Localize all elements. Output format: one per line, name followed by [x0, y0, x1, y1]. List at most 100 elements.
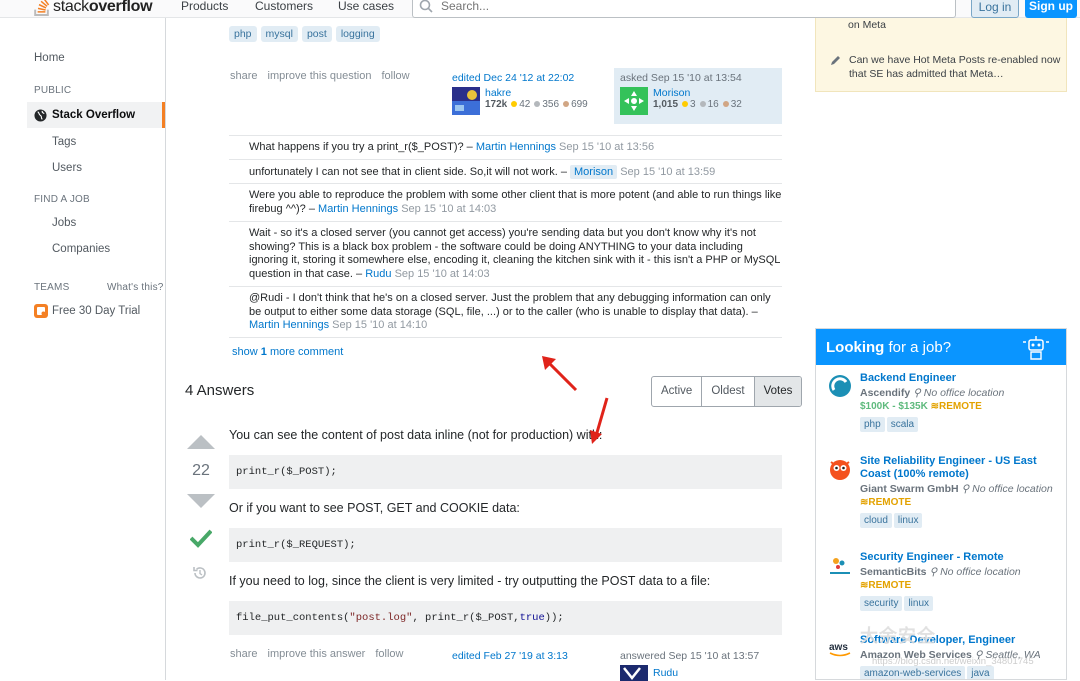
comment: unfortunately I can not see that in clie… [229, 159, 782, 183]
tag-logging[interactable]: logging [335, 26, 380, 42]
tag-post[interactable]: post [301, 26, 332, 42]
search-input[interactable] [441, 0, 596, 13]
tag-linux[interactable]: linux [893, 513, 923, 528]
location-pin-icon: ⚲ [961, 483, 970, 495]
logo-text: stackoverflow [53, 0, 153, 15]
pencil-icon [831, 56, 840, 65]
edited-signature: edited Dec 24 '12 at 22:02 hakre 172k 42 3… [452, 72, 602, 115]
avatar [620, 665, 648, 681]
improve-answer-link[interactable]: improve this answer [268, 648, 366, 660]
answer-paragraph: You can see the content of post data inl… [229, 428, 603, 442]
edited-user-rep: 172k 42 356 699 [485, 99, 588, 110]
vote-count: 22 [192, 462, 210, 479]
answer-post-menu: share improve this answer follow [230, 648, 413, 660]
history-icon[interactable] [192, 565, 208, 581]
edited-date-link[interactable]: edited Dec 24 '12 at 22:02 [452, 72, 574, 84]
sidebar-item-jobs[interactable]: Jobs [52, 217, 76, 229]
company-logo-icon: aws [829, 642, 851, 657]
sidebar-item-home[interactable]: Home [34, 52, 65, 64]
upvote-icon[interactable] [186, 434, 216, 450]
jobs-heading: Looking for a job? [816, 329, 1066, 365]
annotation-arrow-icon [590, 397, 609, 444]
login-button[interactable]: Log in [971, 0, 1019, 18]
nav-products[interactable]: Products [181, 0, 228, 13]
comment-user[interactable]: Martin Hennings [476, 141, 556, 153]
sidebar-heading-find-job: FIND A JOB [34, 194, 90, 205]
asked-signature: asked Sep 15 '10 at 13:54 Morison 1,015 3… [614, 68, 782, 124]
job-title[interactable]: Backend Engineer [860, 372, 1066, 385]
job-company: Giant Swarm GmbH ⚲ No office location [860, 483, 1053, 495]
job-title[interactable]: Security Engineer - Remote [860, 551, 1066, 564]
teams-whats-this-link[interactable]: What's this? [107, 282, 164, 293]
meta-post-link[interactable]: on Meta [848, 18, 886, 32]
improve-question-link[interactable]: improve this question [268, 70, 372, 82]
tag-mysql[interactable]: mysql [260, 26, 298, 42]
tag-linux[interactable]: linux [904, 596, 934, 611]
asked-user-name[interactable]: Morison [653, 87, 690, 99]
comment-user[interactable]: Martin Hennings [318, 203, 398, 215]
code-block: print_r($_REQUEST); [229, 528, 782, 562]
sidebar-item-tags[interactable]: Tags [52, 136, 76, 148]
tag-cloud[interactable]: cloud [860, 513, 892, 528]
watermark-url: https://blog.csdn.net/weixin_34801745 [872, 656, 1034, 667]
job-listing[interactable]: Backend Engineer Ascendify ⚲ No office l… [816, 372, 1066, 432]
comment: Wait - so it's a closed server (you cann… [229, 221, 782, 286]
nav-use-cases[interactable]: Use cases [338, 0, 394, 13]
share-link[interactable]: share [230, 648, 258, 660]
job-title[interactable]: Site Reliability Engineer - US East Coas… [860, 455, 1066, 481]
avatar [620, 87, 648, 115]
code-block: file_put_contents("post.log", print_r($_… [229, 601, 782, 635]
tab-votes[interactable]: Votes [753, 377, 802, 406]
answer-user-name[interactable]: Rudu [653, 667, 678, 679]
stackoverflow-logo[interactable]: stackoverflow [34, 0, 153, 17]
avatar [452, 87, 480, 115]
tag-scala[interactable]: scala [886, 417, 919, 432]
sidebar-item-label: Stack Overflow [52, 109, 136, 121]
edited-user-name[interactable]: hakre [485, 87, 511, 99]
free-trial-label: Free 30 Day Trial [52, 305, 141, 317]
job-listing[interactable]: Site Reliability Engineer - US East Coas… [816, 455, 1066, 528]
signup-button[interactable]: Sign up [1025, 0, 1077, 18]
comment-date[interactable]: Sep 15 '10 at 14:03 [395, 268, 490, 280]
downvote-icon[interactable] [186, 493, 216, 509]
globe-icon [34, 108, 47, 122]
tag-security[interactable]: security [860, 596, 903, 611]
sidebar-item-users[interactable]: Users [52, 162, 82, 174]
remote-icon: ≋ [930, 401, 939, 412]
follow-link[interactable]: follow [381, 70, 409, 82]
job-company: Ascendify ⚲ No office location [860, 387, 1005, 399]
nav-customers[interactable]: Customers [255, 0, 313, 13]
answer-edited-link[interactable]: edited Feb 27 '19 at 3:13 [452, 650, 568, 662]
tab-active[interactable]: Active [652, 377, 701, 406]
robot-icon [1023, 336, 1049, 360]
show-more-comments-link[interactable]: show 1 more comment [232, 346, 343, 358]
comment-date[interactable]: Sep 15 '10 at 13:59 [620, 166, 715, 178]
question-tags: php mysql post logging [229, 26, 384, 42]
job-remote: ≋REMOTE [860, 497, 912, 508]
sidebar-item-free-trial[interactable]: Free 30 Day Trial [34, 304, 140, 318]
job-remote: ≋REMOTE [860, 580, 912, 591]
share-link[interactable]: share [230, 70, 258, 82]
job-listing[interactable]: Security Engineer - Remote SemanticBits … [816, 551, 1066, 611]
search-box[interactable] [412, 0, 956, 18]
follow-link[interactable]: follow [375, 648, 403, 660]
asked-user-rep: 1,015 3 16 32 [653, 99, 742, 110]
comment-user[interactable]: Morison [570, 165, 618, 179]
question-post-menu: share improve this question follow [230, 70, 420, 82]
tag-php[interactable]: php [860, 417, 885, 432]
location-pin-icon: ⚲ [913, 387, 921, 399]
comment-user[interactable]: Martin Hennings [249, 319, 329, 331]
sidebar-item-stack-overflow[interactable]: Stack Overflow [27, 102, 165, 128]
comment: Were you able to reproduce the problem w… [229, 183, 782, 221]
comment-date[interactable]: Sep 15 '10 at 14:10 [332, 319, 427, 331]
comment-user[interactable]: Rudu [365, 268, 391, 280]
tag-java[interactable]: java [967, 666, 994, 679]
tag-php[interactable]: php [229, 26, 257, 42]
meta-post-link[interactable]: Can we have Hot Meta Posts re-enabled no… [830, 53, 1066, 81]
comment-date[interactable]: Sep 15 '10 at 13:56 [559, 141, 654, 153]
tab-oldest[interactable]: Oldest [701, 377, 753, 406]
tag-amazon-web-services[interactable]: amazon-web-services [860, 666, 966, 679]
accepted-check-icon [190, 529, 212, 548]
comment-date[interactable]: Sep 15 '10 at 14:03 [401, 203, 496, 215]
sidebar-item-companies[interactable]: Companies [52, 243, 110, 255]
